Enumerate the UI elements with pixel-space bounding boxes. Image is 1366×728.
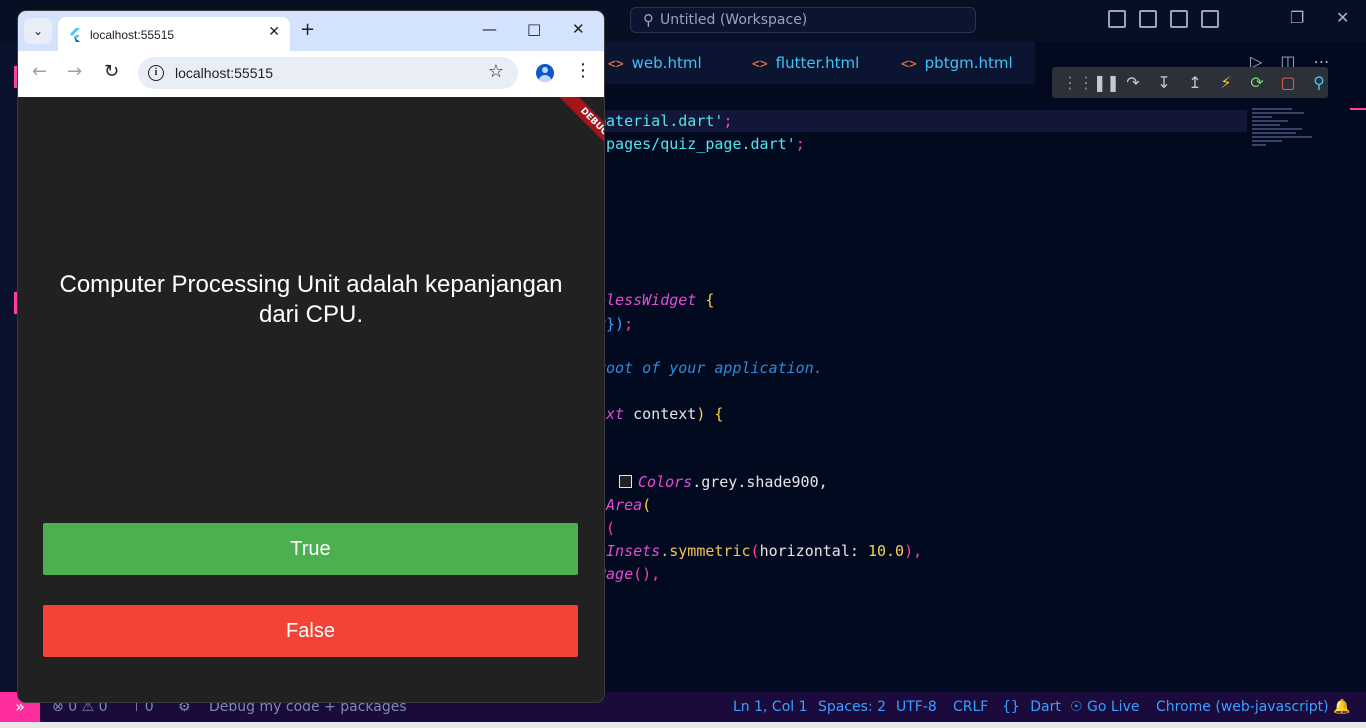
minimap[interactable] (1252, 108, 1322, 168)
code-line: Page(), (597, 565, 661, 583)
url-text[interactable]: localhost:55515 (175, 65, 273, 81)
workspace-title: Untitled (Workspace) (660, 12, 808, 28)
encoding[interactable]: UTF-8 (896, 699, 937, 715)
step-into-icon[interactable]: ↧ (1155, 73, 1173, 92)
restore-window-icon[interactable]: ❐ (1290, 8, 1304, 27)
forward-arrow-icon[interactable]: → (67, 61, 82, 82)
devtools-icon[interactable]: ⚲ (1310, 73, 1328, 92)
tab-title: localhost:55515 (90, 28, 175, 42)
language-mode[interactable]: {} Dart (1002, 699, 1061, 715)
code-line: eArea( (597, 496, 652, 514)
color-swatch (619, 475, 632, 488)
step-over-icon[interactable]: ↷ (1124, 73, 1142, 92)
tab-label: pbtgm.html (924, 54, 1013, 72)
chrome-window: ⌄ localhost:55515 ✕ + — □ ✕ ← → ↻ i loca… (18, 11, 604, 702)
bookmark-star-icon[interactable]: ☆ (488, 61, 504, 82)
toggle-sidebar-icon[interactable] (1108, 10, 1126, 28)
close-window-icon[interactable]: ✕ (1336, 8, 1349, 27)
close-tab-icon[interactable]: ✕ (268, 24, 280, 40)
back-arrow-icon[interactable]: ← (32, 61, 47, 82)
search-icon: ⚲ (643, 11, 654, 29)
false-button[interactable]: False (43, 605, 578, 657)
code-line: material.dart'; (597, 112, 733, 130)
go-live-button[interactable]: ☉ Go Live (1070, 699, 1139, 715)
code-line: ext context) { (597, 405, 724, 423)
close-window-icon[interactable]: ✕ (572, 20, 585, 38)
braces-icon: {} (1002, 699, 1020, 715)
maximize-icon[interactable]: □ (527, 20, 541, 38)
code-line: eInsets.symmetric(horizontal: 10.0), (597, 542, 923, 560)
code-line: Colors.grey.shade900, (619, 473, 828, 491)
toggle-secondary-sidebar-icon[interactable] (1170, 10, 1188, 28)
code-line: elessWidget { (597, 291, 715, 309)
debug-banner-label: DEBUG (555, 97, 604, 157)
activity-bar (0, 42, 18, 692)
tab-flutter-html[interactable]: <> flutter.html (752, 54, 859, 72)
site-info-icon[interactable]: i (148, 65, 164, 81)
flutter-app: DEBUG Computer Processing Unit adalah ke… (18, 97, 604, 702)
tab-pbtgm-html[interactable]: <> pbtgm.html (901, 54, 1013, 72)
html-file-icon: <> (752, 57, 768, 72)
code-line: root of your application. (597, 359, 823, 377)
kebab-menu-icon[interactable]: ⋮ (574, 62, 592, 80)
command-center-search[interactable]: ⚲ Untitled (Workspace) (630, 7, 976, 33)
customize-layout-icon[interactable] (1201, 10, 1219, 28)
question-text: Computer Processing Unit adalah kepanjan… (59, 271, 563, 328)
debug-banner: DEBUG (544, 97, 604, 157)
stop-icon[interactable]: ▢ (1279, 73, 1297, 92)
tab-label: web.html (631, 54, 702, 72)
hot-reload-icon[interactable]: ⚡ (1217, 73, 1235, 92)
taskbar-strip (0, 722, 1366, 728)
chevron-down-icon: ⌄ (32, 24, 44, 38)
line-ending[interactable]: CRLF (953, 699, 988, 715)
tab-web-html[interactable]: <> web.html (608, 54, 702, 72)
pause-icon[interactable]: ❚❚ (1093, 73, 1120, 92)
html-file-icon: <> (901, 57, 917, 72)
html-file-icon: <> (608, 57, 624, 72)
layout-controls (1108, 10, 1219, 28)
minimize-icon[interactable]: — (482, 20, 497, 38)
browser-tab[interactable]: localhost:55515 ✕ (58, 17, 290, 51)
debug-toolbar: ⋮⋮ ❚❚ ↷ ↧ ↥ ⚡ ⟳ ▢ ⚲ (1052, 67, 1328, 98)
chrome-tabstrip: ⌄ localhost:55515 ✕ + — □ ✕ ← → ↻ i loca… (18, 11, 604, 97)
toggle-panel-icon[interactable] (1139, 10, 1157, 28)
code-line: /pages/quiz_page.dart'; (597, 135, 805, 153)
debug-device[interactable]: Chrome (web-javascript) (1156, 699, 1329, 715)
tab-label: flutter.html (775, 54, 860, 72)
chrome-toolbar: ← → ↻ i localhost:55515 ☆ ⋮ (18, 51, 604, 97)
profile-avatar-icon[interactable] (536, 64, 554, 82)
reload-icon[interactable]: ↻ (104, 61, 119, 82)
indentation[interactable]: Spaces: 2 (818, 699, 886, 715)
editor-tabs: <> web.html <> flutter.html <> pbtgm.html (603, 42, 1035, 84)
drag-handle-icon[interactable]: ⋮⋮ (1062, 73, 1094, 92)
cursor-position[interactable]: Ln 1, Col 1 (733, 699, 808, 715)
new-tab-icon[interactable]: + (300, 19, 315, 40)
true-button[interactable]: True (43, 523, 578, 575)
broadcast-icon: ☉ (1070, 699, 1083, 715)
flutter-icon (70, 28, 80, 42)
restart-icon[interactable]: ⟳ (1248, 73, 1266, 92)
scrollbar-marker (1350, 108, 1366, 110)
step-out-icon[interactable]: ↥ (1186, 73, 1204, 92)
tab-search-button[interactable]: ⌄ (24, 18, 52, 44)
notifications-icon[interactable]: 🔔 (1333, 699, 1350, 715)
address-bar[interactable]: i localhost:55515 ☆ (138, 57, 518, 89)
